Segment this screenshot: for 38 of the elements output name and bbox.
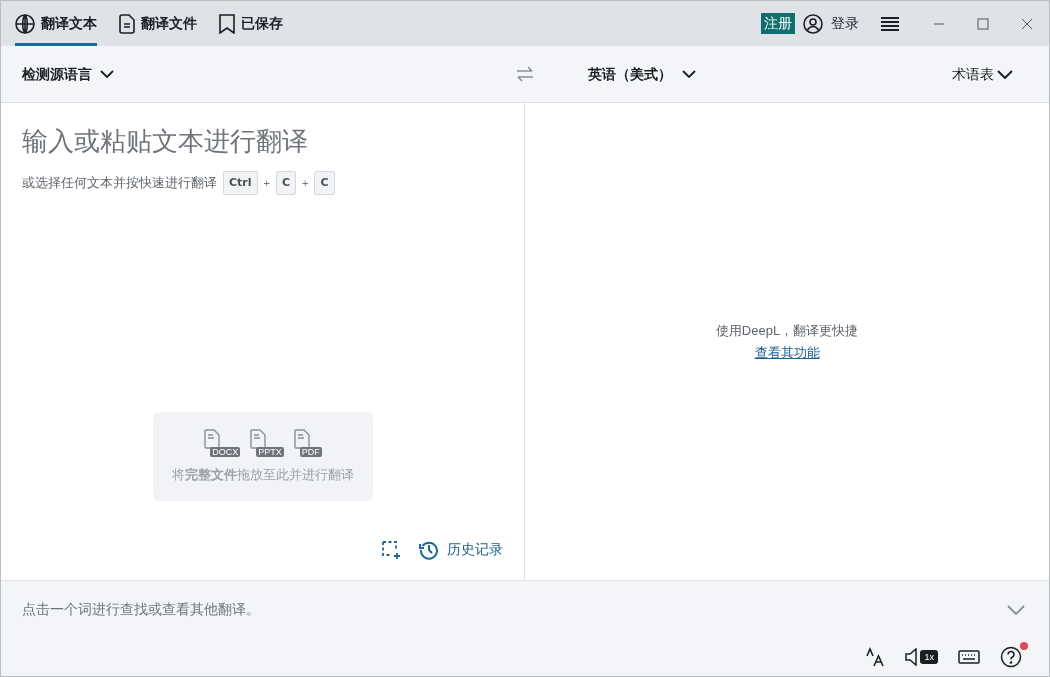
maximize-icon[interactable]	[977, 17, 989, 30]
keyboard-key: C	[275, 171, 297, 195]
close-icon[interactable]	[1021, 17, 1033, 30]
dictionary-hint: 点击一个词进行查找或查看其他翻译。	[22, 600, 260, 619]
bookmark-icon	[219, 13, 235, 34]
signup-button[interactable]: 注册	[761, 13, 795, 34]
history-icon	[419, 539, 439, 560]
speaker-icon[interactable]	[905, 648, 918, 666]
keyboard-key: Ctrl	[223, 171, 258, 195]
font-size-icon[interactable]	[865, 647, 886, 667]
speed-badge[interactable]: 1x	[920, 650, 938, 664]
keyboard-icon[interactable]	[958, 650, 980, 664]
source-text-input[interactable]: 输入或粘贴文本进行翻译	[22, 123, 503, 159]
globe-icon	[15, 13, 35, 34]
chevron-down-icon	[100, 70, 114, 78]
screen-capture-icon[interactable]	[381, 539, 401, 560]
plus-sign: +	[302, 175, 309, 191]
plus-sign: +	[263, 175, 270, 191]
shortcut-hint: 或选择任何文本并按快速进行翻译	[22, 174, 217, 193]
features-link[interactable]: 查看其功能	[754, 343, 820, 363]
menu-icon[interactable]	[881, 16, 899, 31]
glossary-dropdown[interactable]: 术语表	[952, 63, 1013, 85]
help-icon[interactable]	[1000, 646, 1022, 668]
swap-icon[interactable]	[515, 65, 535, 83]
target-language-dropdown[interactable]: 英语（美式）	[588, 63, 696, 85]
drop-zone-text: 将完整文件拖放至此并进行翻译	[172, 465, 354, 484]
promo-text: 使用DeepL，翻译更快捷	[715, 321, 859, 340]
chevron-down-icon	[997, 69, 1013, 79]
keyboard-key: C	[314, 171, 335, 195]
tab[interactable]: 已保存	[219, 1, 283, 46]
tab[interactable]: 翻译文件	[119, 1, 197, 46]
chevron-down-icon[interactable]	[1007, 604, 1025, 615]
chevron-down-icon	[682, 70, 696, 78]
login-button[interactable]: 登录	[803, 13, 859, 34]
source-language-dropdown[interactable]: 检测源语言	[22, 63, 114, 85]
user-icon	[803, 13, 823, 34]
history-button[interactable]: 历史记录	[419, 539, 503, 560]
document-icon	[119, 13, 135, 34]
